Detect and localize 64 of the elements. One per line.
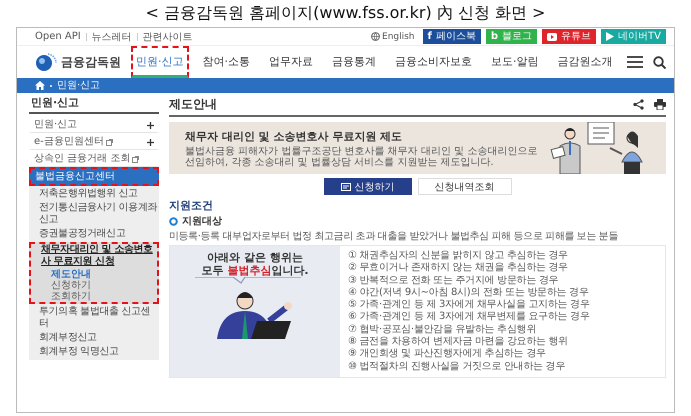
- submenu-item[interactable]: 전기통신금융사기 이용계좌 신고: [29, 201, 159, 227]
- list-item: ⑦ 협박·공포심·불안감을 유발하는 추심행위: [348, 324, 537, 336]
- submenu-item[interactable]: 증권불공정거래신고: [29, 227, 159, 241]
- submenu-child-item[interactable]: 신청하기: [31, 280, 157, 291]
- nav-menu-item[interactable]: 참여·소통: [198, 46, 255, 78]
- sidebar-section-item[interactable]: 불법금융신고센터: [29, 167, 159, 186]
- utility-link[interactable]: 뉴스레터: [92, 30, 132, 44]
- banner-description: 불법사금융 피해자가 법률구조공단 변호사를 채무자 대리인 및 소송대리인으로 선임하여, 각종 소송대리 및 법률상담 서비스를 지원받는 제도입니다.: [185, 146, 538, 168]
- submenu-child-item[interactable]: 조회하기: [31, 291, 157, 302]
- list-item: ⑧ 금전을 차용하여 변제자금 마련을 강요하는 행위: [348, 336, 569, 348]
- nav-menu-item[interactable]: 금융통계: [327, 46, 381, 78]
- list-item: ② 무효이거나 존재하지 않는 채권을 추심하는 경우: [348, 262, 569, 275]
- plus-icon[interactable]: [147, 138, 154, 146]
- social-link[interactable]: 유튜브: [542, 29, 596, 44]
- nav-menu-item[interactable]: 금융소비자보호: [390, 46, 477, 78]
- external-link-icon: [106, 138, 113, 146]
- list-item: ① 채권추심자의 신분을 밝히지 않고 추심하는 경우: [348, 250, 569, 262]
- section-title: 지원조건: [169, 198, 214, 213]
- menu-icon[interactable]: [627, 56, 643, 68]
- nav-menu-item[interactable]: 업무자료: [264, 46, 318, 78]
- submenu-item[interactable]: 저축은행위법행위 신고: [29, 187, 159, 201]
- subsection-title: 지원대상: [182, 215, 222, 228]
- submenu-item[interactable]: 회계부정 익명신고: [29, 345, 159, 359]
- social-link[interactable]: f 페이스북: [422, 29, 481, 44]
- submenu-item[interactable]: 채무자대리인 및 소송변호사 무료지원 신청: [31, 244, 157, 269]
- logo-icon: [35, 52, 57, 72]
- nav-menu-item[interactable]: 금감원소개: [552, 46, 618, 78]
- action-button[interactable]: 신청하기: [324, 178, 412, 195]
- breadcrumb-link[interactable]: 민원·신고: [57, 80, 100, 92]
- bullet-text: 미등록·등록 대부업자로부터 법정 최고금리 초과 대출을 받았거나 불법추심 피해 등으로 피해를 보는 분들: [169, 230, 619, 243]
- banner-title: 채무자 대리인 및 소송변호사 무료지원 제도: [185, 129, 404, 144]
- page-title: 제도안내: [169, 96, 217, 113]
- utility-link[interactable]: Open API: [35, 31, 81, 42]
- list-item: ④ 야간(저녁 9시~아침 8시)의 전화 또는 방문하는 경우: [348, 286, 590, 300]
- share-icon[interactable]: [633, 99, 644, 110]
- list-item: ⑩ 법적절차의 진행사실을 거짓으로 안내하는 경우: [348, 360, 566, 373]
- submenu-item[interactable]: 회계부정신고: [29, 331, 159, 345]
- sidebar-title: 민원·신고: [29, 93, 159, 114]
- list-item: ③ 반복적으로 전화 또는 주거지에 방문하는 경우: [348, 274, 560, 287]
- play-icon: [606, 32, 614, 41]
- submenu-child-item[interactable]: 제도안내: [31, 269, 157, 280]
- logo-text: 금융감독원: [61, 54, 121, 70]
- slide-caption: < 금융감독원 홈페이지(www.fss.or.kr) 內 신청 화면 >: [146, 2, 546, 24]
- search-icon[interactable]: [653, 56, 666, 68]
- nav-menu-item[interactable]: 보도·알림: [486, 46, 544, 78]
- external-link-icon: [132, 156, 140, 162]
- list-item: ⑨ 개인회생 및 파산진행자에게 추심하는 경우: [348, 348, 547, 361]
- print-icon[interactable]: [654, 99, 666, 110]
- ring-bullet-icon: [169, 216, 178, 226]
- play-button-icon: [547, 32, 558, 40]
- action-button[interactable]: 신청내역조회: [418, 178, 512, 195]
- language-link[interactable]: English: [371, 32, 415, 42]
- illustration-caption: 아래와 같은 행위는: [206, 251, 304, 264]
- globe-icon: [371, 32, 380, 41]
- illustration-caption: 모두 불법추심입니다.: [201, 264, 309, 277]
- submenu-item[interactable]: 투기의혹 불법대출 신고센터: [29, 305, 159, 331]
- list-item: ⑤ 가족·관계인 등 제 3자에게 채무사실을 고지하는 경우: [348, 299, 590, 312]
- home-icon[interactable]: [35, 81, 45, 90]
- list-item: ⑥ 가족·관계인 등 제 3자에게 채무변제를 요구하는 경우: [348, 311, 590, 324]
- plus-icon[interactable]: [147, 122, 154, 128]
- sidebar-item[interactable]: 민원·신고: [29, 116, 159, 133]
- form-icon: [340, 182, 350, 190]
- utility-link[interactable]: 관련사이트: [142, 30, 193, 44]
- sidebar-item[interactable]: e-금융민원센터: [29, 133, 159, 150]
